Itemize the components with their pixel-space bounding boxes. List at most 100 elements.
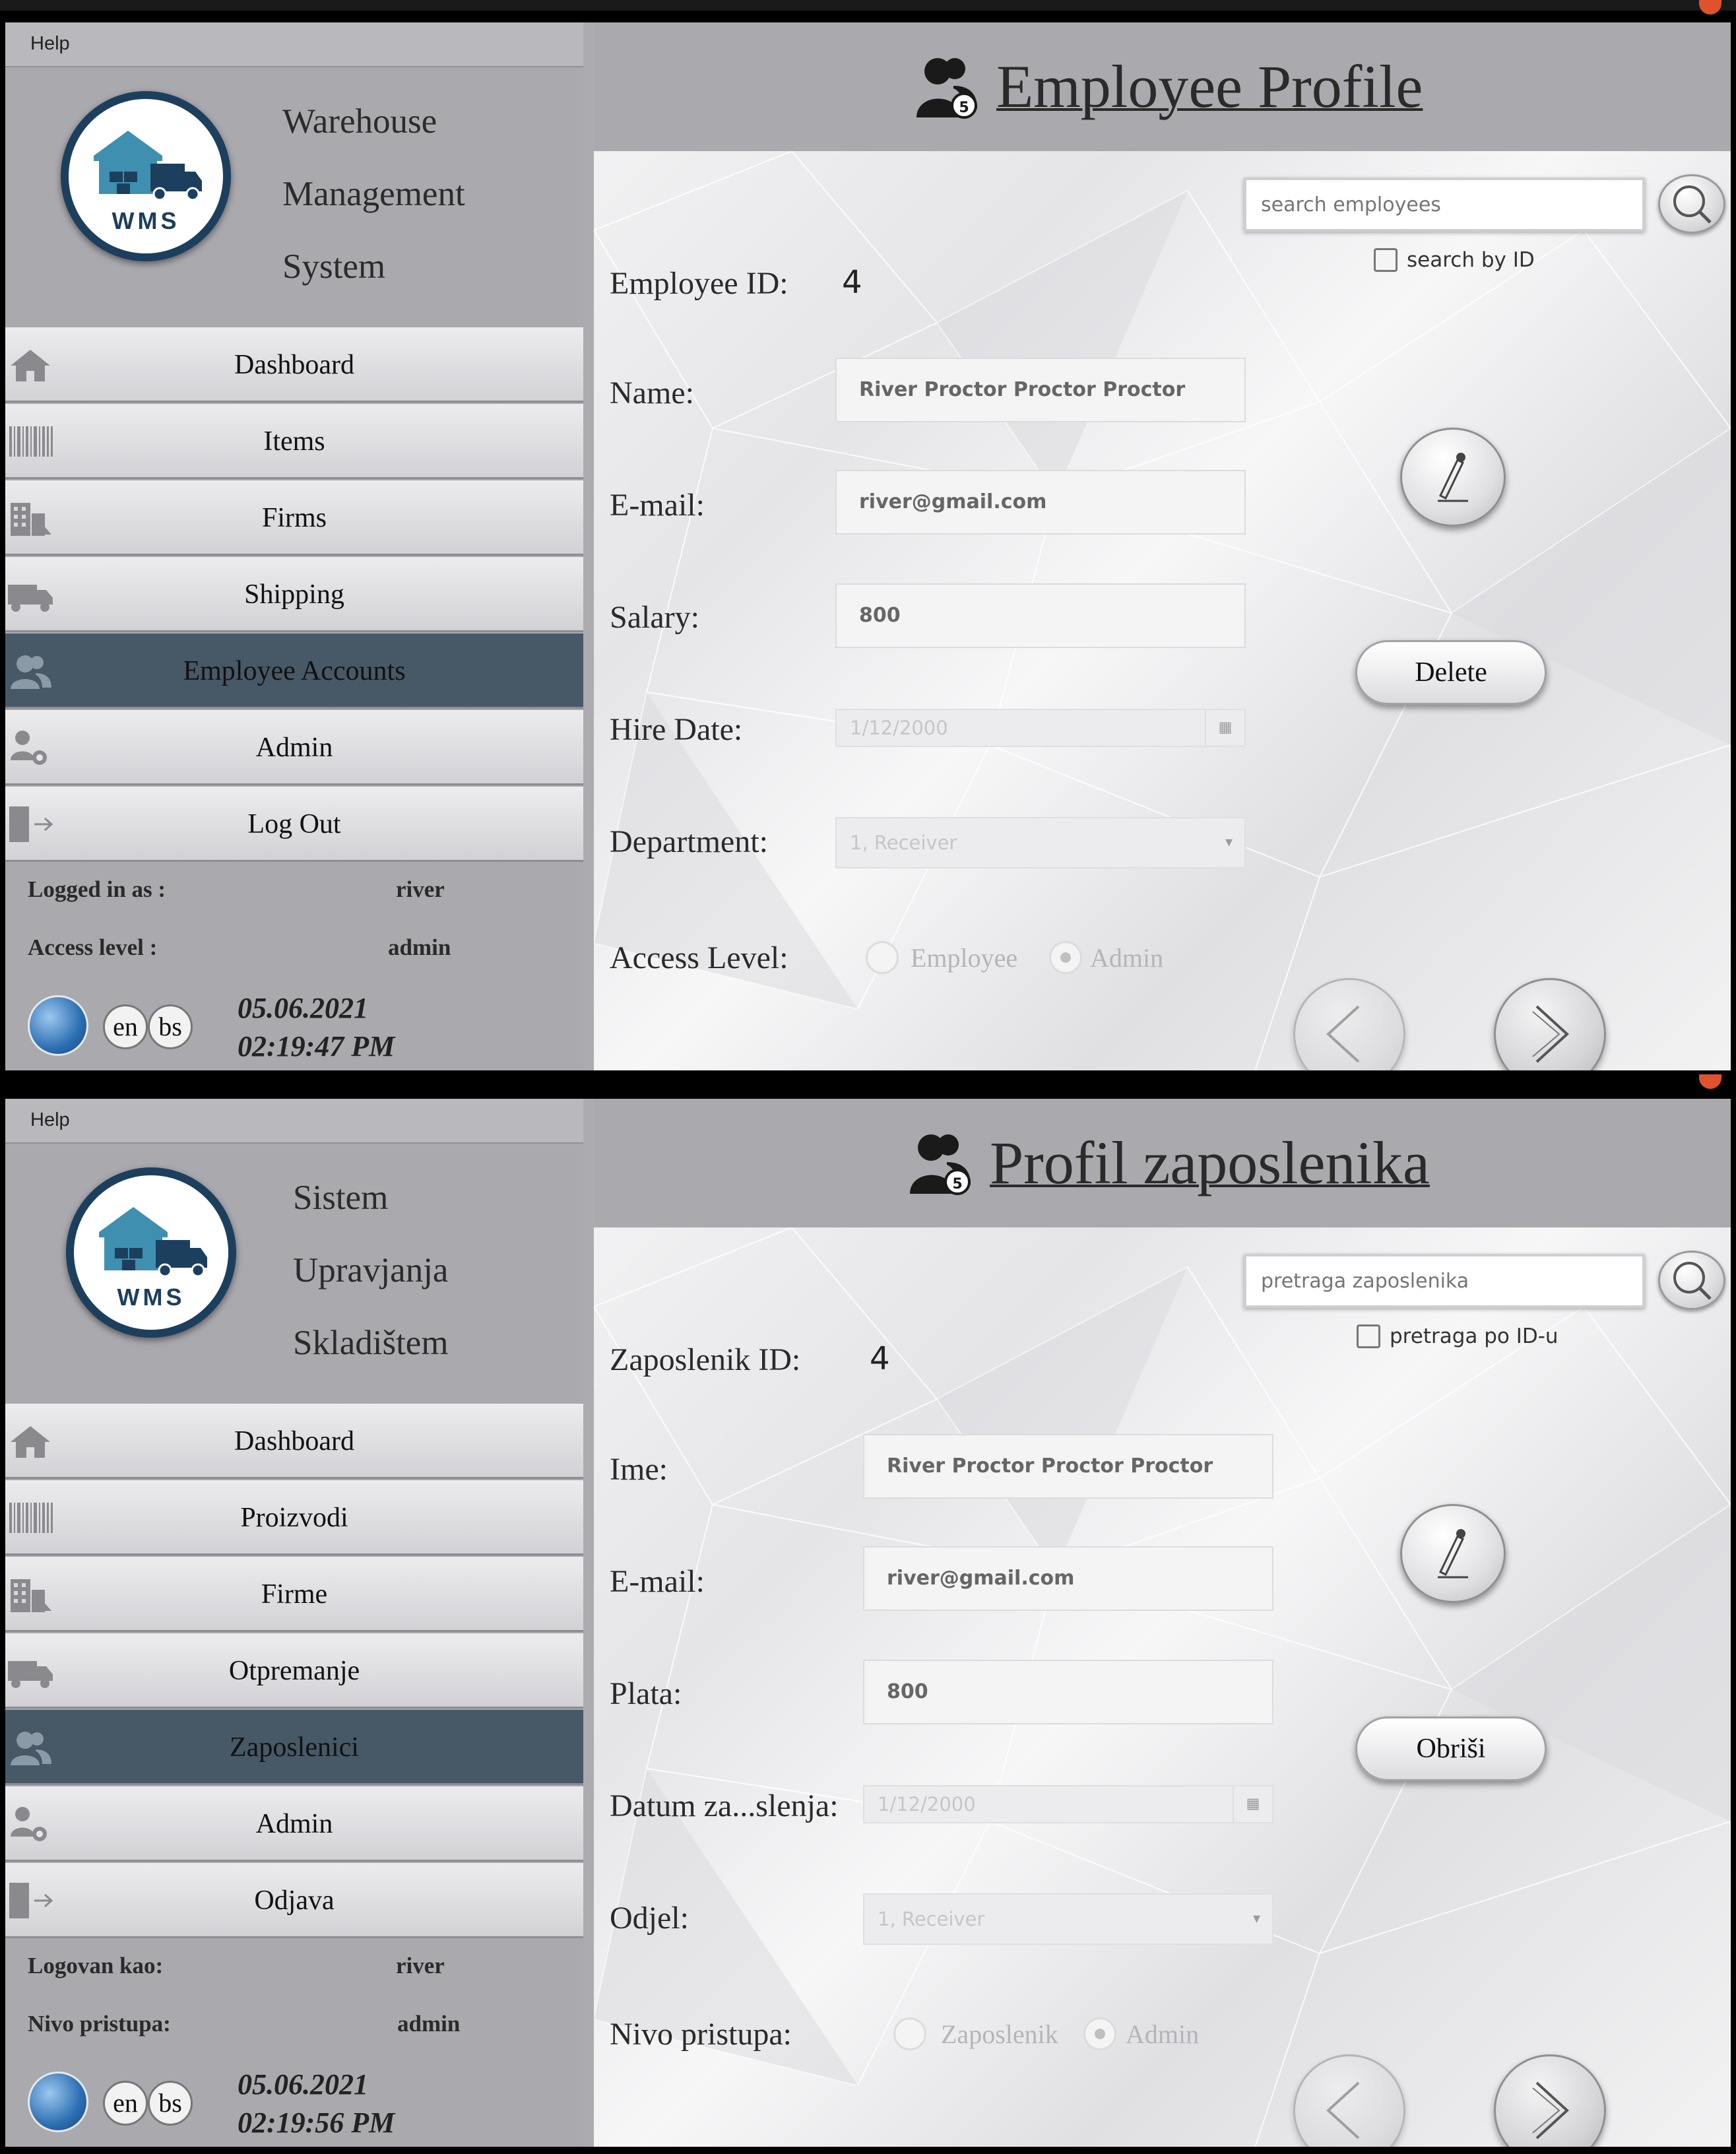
search-input[interactable] [1246, 180, 1642, 229]
prev-button[interactable] [1293, 2054, 1405, 2147]
prev-arrow-icon [1326, 1005, 1360, 1063]
window-close-dot[interactable] [1699, 0, 1721, 15]
next-arrow-icon [1532, 2081, 1569, 2139]
edit-pencil-icon [1438, 1529, 1468, 1579]
salary-field[interactable]: 800 [863, 1660, 1273, 1724]
edit-pencil-icon [1438, 453, 1468, 502]
radio-employee-label: Zaposlenik [941, 2019, 1058, 2049]
nav-label: Admin [255, 1809, 333, 1839]
chevron-down-icon: ▾ [1252, 1910, 1260, 1927]
nav-shipping[interactable]: Otpremanje [5, 1633, 583, 1709]
nav-label: Dashboard [234, 350, 354, 380]
time-display: 02:19:47 PM [238, 1030, 395, 1062]
radio-admin[interactable] [1083, 2017, 1116, 2050]
logged-in-value: river [396, 1953, 445, 1978]
search-button[interactable] [1658, 174, 1725, 234]
nav-admin[interactable]: Admin [5, 1786, 583, 1862]
calendar-icon[interactable]: ▦ [1205, 710, 1244, 746]
nav-label: Firme [261, 1579, 328, 1610]
app-title-line-1: Warehouse [282, 102, 437, 141]
nav-employee-accounts[interactable]: Employee Accounts [5, 634, 583, 709]
radio-admin[interactable] [1049, 941, 1082, 974]
delete-button[interactable]: Delete [1355, 640, 1547, 705]
edit-button[interactable] [1400, 1504, 1506, 1603]
name-label: Name: [610, 375, 694, 410]
nav-label: Firms [261, 503, 327, 533]
app-title-line-1: Sistem [293, 1179, 389, 1217]
nav-firms[interactable]: Firme [5, 1557, 583, 1632]
date-display: 05.06.2021 [238, 2068, 368, 2101]
nav-admin[interactable]: Admin [5, 710, 583, 785]
calendar-icon[interactable]: ▦ [1233, 1786, 1272, 1822]
name-label: Ime: [610, 1452, 668, 1487]
hire-date-label: Hire Date: [610, 712, 743, 747]
nav-shipping[interactable]: Shipping [5, 557, 583, 632]
next-button[interactable] [1494, 978, 1606, 1070]
nav-dashboard[interactable]: Dashboard [5, 327, 583, 403]
email-field[interactable]: river@gmail.com [835, 470, 1246, 535]
search-input[interactable] [1246, 1256, 1642, 1305]
logo-text: WMS [112, 207, 180, 234]
lang-en-button[interactable]: en [103, 2081, 148, 2126]
email-label: E-mail: [610, 488, 705, 523]
lang-en-button[interactable]: en [103, 1004, 148, 1049]
lang-bs-button[interactable]: bs [148, 1004, 193, 1049]
email-field[interactable]: river@gmail.com [863, 1546, 1273, 1611]
wms-logo: WMS [61, 91, 231, 261]
hire-date-picker[interactable]: 1/12/2000 ▦ [835, 709, 1246, 747]
page-header: 5 Employee Profile [594, 22, 1731, 151]
help-menu[interactable]: Help [30, 33, 70, 55]
search-by-id-checkbox[interactable] [1374, 248, 1398, 272]
salary-field[interactable]: 800 [835, 583, 1246, 648]
department-value: 1, Receiver [850, 832, 957, 854]
name-field[interactable]: River Proctor Proctor Proctor [835, 358, 1246, 422]
email-value: river@gmail.com [859, 490, 1047, 513]
nav-firms[interactable]: Firms [5, 480, 583, 556]
employee-profile-icon: 5 [916, 58, 977, 119]
search-icon [1673, 185, 1712, 224]
radio-employee[interactable] [893, 2017, 926, 2050]
department-label: Department: [610, 824, 768, 859]
page-title: Employee Profile [996, 53, 1423, 120]
date-display: 05.06.2021 [238, 992, 368, 1024]
lang-bs-button[interactable]: bs [148, 2081, 193, 2126]
help-menu[interactable]: Help [30, 1109, 70, 1131]
app-title-line-3: Skladištem [293, 1324, 449, 1362]
globe-icon[interactable] [28, 2072, 88, 2132]
edit-button[interactable] [1400, 428, 1506, 527]
salary-value: 800 [887, 1680, 928, 1703]
nav-label: Zaposlenici [230, 1732, 359, 1763]
email-label: E-mail: [610, 1564, 705, 1599]
menu-bar: Help [5, 22, 583, 67]
nav-employee-accounts[interactable]: Zaposlenici [5, 1710, 583, 1785]
nav-logout[interactable]: Odjava [5, 1863, 583, 1938]
department-select[interactable]: 1, Receiver ▾ [835, 817, 1246, 868]
app-title-line-2: Upravjanja [293, 1251, 449, 1289]
radio-admin-label: Admin [1090, 943, 1164, 973]
nav-logout[interactable]: Log Out [5, 787, 583, 862]
search-input-box[interactable] [1244, 1254, 1645, 1308]
search-by-id-checkbox[interactable] [1357, 1324, 1380, 1348]
hire-date-picker[interactable]: 1/12/2000 ▦ [863, 1785, 1273, 1823]
name-value: River Proctor Proctor Proctor [859, 378, 1186, 401]
department-select[interactable]: 1, Receiver ▾ [863, 1893, 1273, 1945]
hire-date-value: 1/12/2000 [850, 717, 948, 739]
nav-label: Log Out [247, 809, 341, 839]
nav-items[interactable]: Proizvodi [5, 1480, 583, 1555]
next-button[interactable] [1494, 2054, 1606, 2147]
screen-bosnian: Help WMS Sistem Upravjanja Skladištem Da… [5, 1099, 1731, 2147]
radio-employee[interactable] [866, 941, 899, 974]
search-input-box[interactable] [1244, 178, 1645, 232]
delete-button[interactable]: Obriši [1355, 1716, 1547, 1781]
nav-items[interactable]: Items [5, 404, 583, 479]
radio-admin-label: Admin [1126, 2019, 1200, 2049]
page-header: 5 Profil zaposlenika [594, 1099, 1731, 1227]
prev-button[interactable] [1293, 978, 1405, 1070]
search-button[interactable] [1658, 1251, 1725, 1310]
nav-dashboard[interactable]: Dashboard [5, 1404, 583, 1479]
name-field[interactable]: River Proctor Proctor Proctor [863, 1434, 1273, 1499]
window-close-dot[interactable] [1699, 1074, 1721, 1089]
menu-bar: Help [5, 1099, 583, 1144]
globe-icon[interactable] [28, 995, 88, 1056]
search-by-id-label: search by ID [1407, 248, 1535, 272]
